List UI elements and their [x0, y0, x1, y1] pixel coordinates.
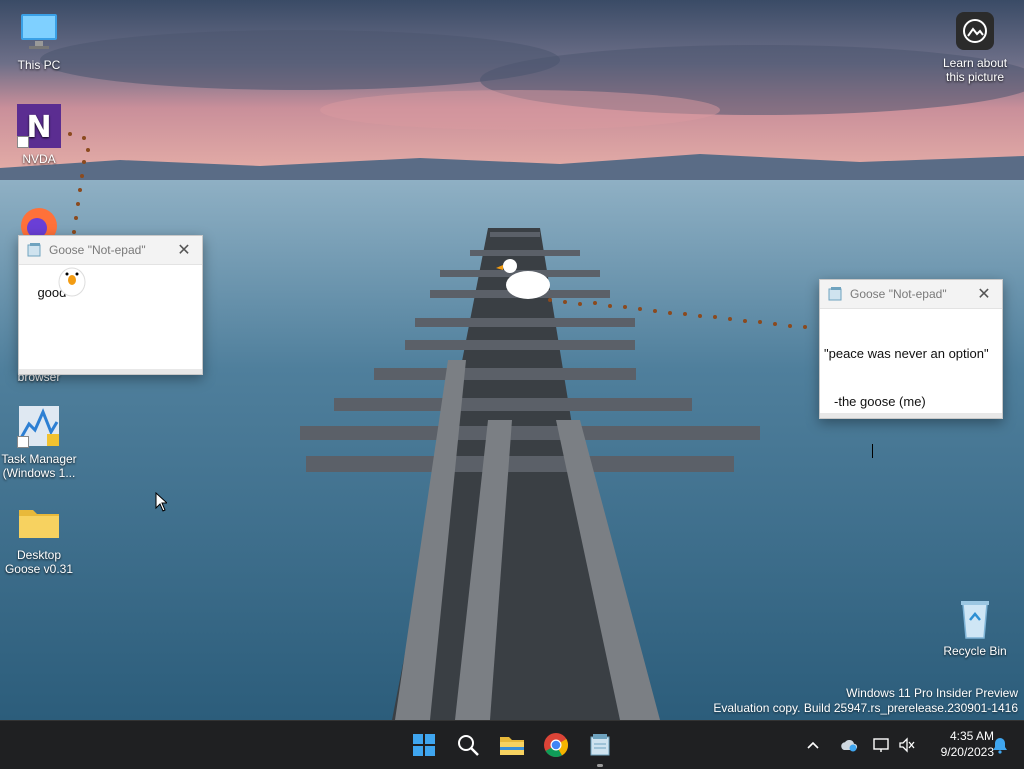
- desktop-icon-label: Recycle Bin: [943, 644, 1007, 658]
- watermark-build: Evaluation copy. Build 25947.rs_prerelea…: [713, 701, 1018, 715]
- desktop-icon-label: NVDA: [22, 152, 56, 166]
- file-explorer-button[interactable]: [496, 729, 528, 761]
- goose-notepad-small[interactable]: Goose "Not-epad" ✕ good: [18, 235, 203, 375]
- monitor-icon: [17, 10, 61, 54]
- chrome-button[interactable]: [540, 729, 572, 761]
- notepad-titlebar[interactable]: Goose "Not-epad" ✕: [19, 236, 202, 265]
- desktop-icon-task-manager[interactable]: Task Manager (Windows 1...: [0, 404, 78, 480]
- notepad-icon: [828, 287, 842, 301]
- notepad-text-line: -the goose (me): [834, 394, 926, 409]
- desktop-icon-nvda[interactable]: N NVDA: [0, 104, 78, 166]
- notification-bell-icon: [993, 738, 1007, 754]
- desktop-icon-label: Task Manager (Windows 1...: [1, 452, 77, 480]
- shortcut-arrow-icon: [17, 436, 29, 448]
- notepad-icon: [27, 243, 41, 257]
- search-icon: [458, 735, 479, 756]
- clock-date: 9/20/2023: [940, 745, 994, 759]
- show-hidden-icons-button[interactable]: [804, 741, 822, 749]
- window-bottom-border: [820, 413, 1002, 418]
- desktop-icon-label: This PC: [17, 58, 61, 72]
- network-icon: [873, 738, 889, 752]
- window-bottom-border: [19, 369, 202, 374]
- volume-button[interactable]: [894, 737, 920, 753]
- nvda-icon: N: [17, 104, 61, 148]
- notepad-text-area[interactable]: good: [19, 265, 202, 321]
- volume-muted-icon: [899, 737, 915, 753]
- system-tray: [804, 721, 920, 769]
- desktop-icon-this-pc[interactable]: This PC: [0, 10, 78, 72]
- notepad-text-area[interactable]: "peace was never an option" -the goose (…: [820, 309, 1002, 494]
- learn-about-label: Learn about this picture: [942, 56, 1008, 84]
- goose-icon: [58, 267, 86, 297]
- windows-start-icon: [413, 734, 435, 756]
- close-button[interactable]: ✕: [174, 240, 194, 260]
- notification-button[interactable]: [984, 729, 1016, 761]
- mouse-pointer-icon: [155, 492, 167, 512]
- windows-watermark: Windows 11 Pro Insider Preview Evaluatio…: [713, 686, 1018, 716]
- recycle-bin-icon: [953, 596, 997, 640]
- text-caret: [872, 443, 873, 458]
- folder-icon: [17, 500, 61, 544]
- network-button[interactable]: [868, 737, 894, 753]
- taskbar-clock[interactable]: 4:35 AM 9/20/2023: [918, 728, 994, 760]
- notepad-titlebar[interactable]: Goose "Not-epad" ✕: [820, 280, 1002, 309]
- task-manager-icon: [17, 404, 61, 448]
- close-button[interactable]: ✕: [974, 284, 994, 304]
- taskbar: 4:35 AM 9/20/2023: [0, 720, 1024, 769]
- desktop-icon-recycle-bin[interactable]: Recycle Bin: [936, 596, 1014, 658]
- clock-time: 4:35 AM: [949, 729, 994, 743]
- goose-notepad-large[interactable]: Goose "Not-epad" ✕ "peace was never an o…: [819, 279, 1003, 458]
- chevron-up-icon: [807, 741, 819, 749]
- onedrive-icon: [841, 739, 858, 752]
- notepad-icon: [590, 734, 610, 756]
- learn-about-picture[interactable]: Learn about this picture: [940, 12, 1010, 84]
- svg-text:N: N: [26, 110, 51, 145]
- onedrive-button[interactable]: [836, 738, 862, 752]
- desktop-icon-label: Desktop Goose v0.31: [4, 548, 74, 576]
- active-indicator: [597, 764, 603, 767]
- watermark-edition: Windows 11 Pro Insider Preview: [846, 686, 1018, 700]
- window-title: Goose "Not-epad": [49, 243, 146, 257]
- chrome-icon: [544, 733, 569, 758]
- learn-about-icon: [956, 12, 994, 50]
- search-button[interactable]: [452, 729, 484, 761]
- window-title: Goose "Not-epad": [850, 287, 947, 301]
- file-explorer-icon: [500, 737, 524, 755]
- start-button[interactable]: [408, 729, 440, 761]
- notepad-taskbar-button[interactable]: [584, 729, 616, 767]
- desktop-icon-desktop-goose[interactable]: Desktop Goose v0.31: [0, 500, 78, 576]
- notepad-text-line: "peace was never an option": [824, 346, 989, 361]
- shortcut-arrow-icon: [17, 136, 29, 148]
